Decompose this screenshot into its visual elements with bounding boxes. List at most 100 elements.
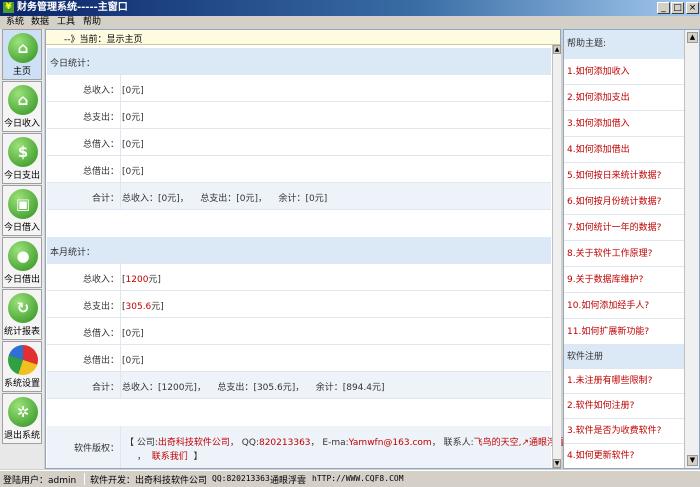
scroll-down-arrow-icon[interactable]: ▼	[553, 459, 561, 468]
main-panel: --》当前：显示主页 今日统计： 总收入： [0元] 总支出： [0元] 总借入…	[45, 29, 565, 469]
today-expense-value: [0元]	[122, 113, 144, 123]
home-icon: ⌂	[8, 33, 38, 63]
user-icon: ●	[8, 241, 38, 271]
company-link[interactable]: 出奇科技软件公司	[158, 438, 230, 448]
nav-today-expense-button[interactable]: $ 今日支出	[2, 133, 42, 184]
help-item[interactable]: 8.关于软件工作原理?	[564, 241, 684, 267]
register-item[interactable]: 1.未注册有哪些限制?	[564, 369, 684, 394]
month-lend-out-value: [0元]	[122, 356, 144, 366]
table-row: 总支出： [0元]	[47, 102, 551, 129]
app-icon: ¥	[3, 2, 14, 13]
month-expense-label: 总支出：	[82, 302, 119, 312]
table-row: 总收入： [0元]	[47, 75, 551, 102]
help-item[interactable]: 6.如何按月份统计数据?	[564, 189, 684, 215]
today-borrow-in-label: 总借入：	[82, 140, 119, 150]
table-row: 总借出： [0元]	[47, 156, 551, 183]
register-item[interactable]: 4.如何更新软件?	[564, 444, 684, 468]
nav-today-expense-label: 今日支出	[3, 171, 40, 181]
scroll-up-arrow-icon[interactable]: ▲	[553, 45, 561, 54]
menu-data[interactable]: 数据	[31, 16, 49, 29]
status-developer: 软件开发：出奇科技软件公司	[90, 476, 208, 486]
table-row: 总收入： [1200元]	[47, 264, 551, 291]
nav-today-income-button[interactable]: ⌂ 今日收入	[2, 81, 42, 132]
email-link[interactable]: Yamwfn@163.com	[349, 438, 432, 448]
scroll-up-arrow-icon[interactable]: ▲	[687, 32, 698, 43]
nav-today-income-label: 今日收入	[3, 119, 40, 129]
today-lend-out-value: [0元]	[122, 167, 144, 177]
table-row: 总支出： [305.6元]	[47, 291, 551, 318]
help-item[interactable]: 2.如何添加支出	[564, 85, 684, 111]
nav-today-lend-out-label: 今日借出	[3, 275, 40, 285]
refresh-icon: ↻	[8, 293, 38, 323]
nav-toolbar: ⌂ 主页 ⌂ 今日收入 $ 今日支出 ▣ 今日借入 ● 今日借出 ↻ 统计报表 …	[0, 29, 44, 469]
help-item[interactable]: 1.如何添加收入	[564, 59, 684, 85]
table-row: 总借出： [0元]	[47, 345, 551, 372]
copyright-line-2: ， 联系我们 】	[137, 452, 203, 462]
month-borrow-in-value: [0元]	[122, 329, 144, 339]
menu-tools[interactable]: 工具	[57, 16, 75, 29]
nav-exit-button[interactable]: ✲ 退出系统	[2, 393, 42, 444]
nav-today-borrow-in-label: 今日借入	[3, 223, 40, 233]
help-item[interactable]: 9.关于数据库维护?	[564, 267, 684, 293]
today-sum-value: 总收入：[0元]， 总支出：[0元]， 余计：[0元]	[122, 194, 328, 204]
menu-help[interactable]: 帮助	[83, 16, 101, 29]
nav-today-borrow-in-button[interactable]: ▣ 今日借入	[2, 185, 42, 236]
pie-chart-icon	[8, 345, 38, 375]
nav-today-lend-out-button[interactable]: ● 今日借出	[2, 237, 42, 288]
nav-settings-button[interactable]: 系统设置	[2, 341, 42, 392]
today-income-label: 总收入：	[82, 86, 119, 96]
help-title: 帮助主题:	[564, 30, 684, 59]
help-item[interactable]: 3.如何添加借入	[564, 111, 684, 137]
today-sum-label: 合计：	[91, 194, 119, 204]
dollar-icon: $	[8, 137, 38, 167]
status-bar: 登陆用户：admin 软件开发：出奇科技软件公司 QQ:820213363 通眼…	[0, 470, 700, 487]
month-sum-value: 总收入：[1200元]， 总支出：[305.6元]， 余计：[894.4元]	[122, 383, 385, 393]
main-scrollbar[interactable]: ▲ ▼	[552, 45, 561, 468]
help-item[interactable]: 10.如何添加经手人?	[564, 293, 684, 319]
today-section-title: 今日统计：	[50, 59, 96, 69]
contact-us-link[interactable]: 联系我们	[152, 452, 188, 462]
nav-report-label: 统计报表	[3, 327, 40, 337]
status-url[interactable]: hTTP://WWW.CQF8.COM	[312, 474, 404, 483]
nav-home-button[interactable]: ⌂ 主页	[2, 29, 42, 80]
nav-exit-label: 退出系统	[3, 431, 40, 441]
nav-settings-label: 系统设置	[3, 379, 40, 389]
menu-system[interactable]: 系统	[6, 16, 24, 29]
window-title: 财务管理系统-----主窗口	[17, 2, 128, 13]
minimize-button[interactable]: _	[657, 2, 670, 14]
home-icon: ⌂	[8, 85, 38, 115]
table-row: 总借入： [0元]	[47, 129, 551, 156]
help-item[interactable]: 7.如何统计一年的数据?	[564, 215, 684, 241]
scroll-down-arrow-icon[interactable]: ▼	[687, 455, 698, 466]
nav-report-button[interactable]: ↻ 统计报表	[2, 289, 42, 340]
today-sum-row: 合计： 总收入：[0元]， 总支出：[0元]， 余计：[0元]	[47, 183, 551, 210]
month-section-header: 本月统计：	[47, 237, 551, 264]
today-section-header: 今日统计：	[47, 48, 551, 75]
register-item[interactable]: 2.软件如何注册?	[564, 394, 684, 419]
gear-icon: ✲	[8, 397, 38, 427]
menu-bar: 系统 数据 工具 帮助	[0, 16, 700, 29]
month-lend-out-label: 总借出：	[82, 356, 119, 366]
maximize-button[interactable]: □	[671, 2, 684, 14]
help-item[interactable]: 5.如何按日来统计数据?	[564, 163, 684, 189]
today-expense-label: 总支出：	[82, 113, 119, 123]
copyright-label: 软件版权：	[73, 444, 119, 454]
status-qq: QQ:820213363	[212, 474, 270, 483]
month-sum-row: 合计： 总收入：[1200元]， 总支出：[305.6元]， 余计：[894.4…	[47, 372, 551, 399]
today-borrow-in-value: [0元]	[122, 140, 144, 150]
breadcrumb: --》当前：显示主页	[46, 30, 560, 45]
cart-icon: ▣	[8, 189, 38, 219]
today-income-value: [0元]	[122, 86, 144, 96]
register-title: 软件注册	[564, 345, 684, 369]
help-item[interactable]: 4.如何添加借出	[564, 137, 684, 163]
copyright-row: 软件版权： 【 公司:出奇科技软件公司， QQ:820213363， E-ma:…	[47, 426, 565, 468]
register-item[interactable]: 3.软件是否为收费软件?	[564, 419, 684, 444]
help-item[interactable]: 11.如何扩展新功能?	[564, 319, 684, 345]
help-scrollbar[interactable]: ▲ ▼	[684, 30, 699, 468]
month-section-title: 本月统计：	[50, 248, 96, 258]
close-button[interactable]: ×	[686, 2, 699, 14]
month-sum-label: 合计：	[91, 383, 119, 393]
month-income-label: 总收入：	[82, 275, 119, 285]
title-bar: ¥ 财务管理系统-----主窗口 _ □ ×	[0, 0, 700, 16]
status-name: 通眼浮雲	[270, 476, 307, 486]
